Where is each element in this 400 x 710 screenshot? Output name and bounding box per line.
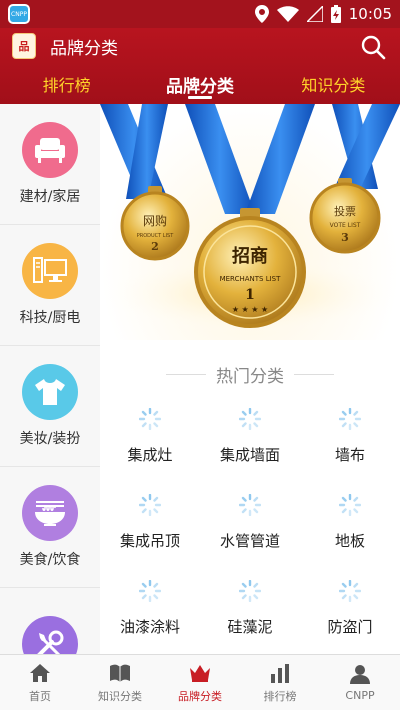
category-label: 油漆涂料: [119, 618, 180, 636]
home-icon: [30, 663, 50, 682]
tools-icon: [22, 616, 78, 654]
nav-ranking[interactable]: 排行榜: [240, 655, 320, 710]
sidebar-item-label: 建材/家居: [19, 189, 81, 205]
category-item-integrated-ceiling[interactable]: 集成吊顶: [100, 488, 200, 568]
sidebar-item-tools[interactable]: [0, 588, 100, 654]
medal-1-sub: MERCHANTS LIST: [220, 275, 282, 283]
sidebar-item-label: 美食/饮食: [19, 552, 81, 568]
category-label: 水管管道: [219, 532, 280, 550]
signal-icon: [306, 6, 323, 22]
top-tabs: 排行榜 品牌分类 知识分类: [0, 64, 400, 104]
loading-spinner-icon: [139, 580, 161, 602]
app-logo: 品: [12, 33, 36, 59]
sidebar-item-label: 美妆/装扮: [19, 431, 81, 447]
book-icon: [110, 664, 130, 682]
active-tab-indicator: [188, 96, 212, 99]
sidebar-item-tech-appliance[interactable]: 科技/厨电: [0, 225, 100, 346]
category-item-water-pipe[interactable]: 水管管道: [200, 488, 300, 568]
nav-label: 品牌分类: [178, 689, 222, 703]
category-label: 集成灶: [127, 446, 173, 464]
nav-knowledge[interactable]: 知识分类: [80, 655, 160, 710]
loading-spinner-icon: [339, 494, 361, 516]
battery-icon: [330, 5, 341, 23]
loading-spinner-icon: [239, 494, 261, 516]
category-item-wall-cloth[interactable]: 墙布: [300, 402, 400, 482]
bottom-navigation: 首页 知识分类 品牌分类 排行榜 CNPP: [0, 654, 400, 710]
sofa-icon: [22, 122, 78, 178]
category-label: 集成吊顶: [119, 532, 180, 550]
loading-spinner-icon: [139, 494, 161, 516]
medal-1-rank: 1: [245, 287, 255, 303]
category-sidebar[interactable]: 建材/家居 科技/厨电 美妆/装扮 美食/饮食: [0, 104, 100, 654]
category-label: 地板: [334, 532, 365, 550]
main-content[interactable]: 网购 PRODUCT LIST 2 投票 VOTE LIST 3 招商 MERC…: [100, 104, 400, 654]
wifi-icon: [276, 6, 299, 22]
search-icon[interactable]: [360, 34, 386, 60]
bar-chart-icon: [271, 663, 289, 683]
noodle-bowl-icon: [22, 485, 78, 541]
medal-2-title: 网购: [143, 213, 167, 228]
sidebar-item-beauty-fashion[interactable]: 美妆/装扮: [0, 346, 100, 467]
loading-spinner-icon: [339, 580, 361, 602]
medal-1-title: 招商: [232, 245, 268, 267]
category-label: 墙布: [334, 446, 365, 464]
crown-icon: [190, 664, 210, 682]
tab-knowledge-category[interactable]: 知识分类: [267, 72, 400, 96]
category-item-paint[interactable]: 油漆涂料: [100, 574, 200, 654]
medal-3-rank: 3: [341, 231, 349, 244]
category-label: 防盗门: [327, 618, 373, 636]
loading-spinner-icon: [239, 580, 261, 602]
loading-spinner-icon: [339, 408, 361, 430]
svg-text:★ ★ ★ ★: ★ ★ ★ ★: [232, 305, 268, 314]
location-icon: [254, 5, 269, 23]
sidebar-item-building-home[interactable]: 建材/家居: [0, 104, 100, 225]
medals-illustration: 网购 PRODUCT LIST 2 投票 VOTE LIST 3 招商 MERC…: [100, 104, 400, 334]
user-icon: [350, 665, 370, 684]
status-time: 10:05: [348, 5, 392, 23]
nav-label: 知识分类: [98, 689, 142, 703]
medal-2-rank: 2: [151, 240, 159, 253]
tab-ranking[interactable]: 排行榜: [0, 72, 133, 96]
medal-3-title: 投票: [334, 204, 356, 218]
ranking-banner[interactable]: 网购 PRODUCT LIST 2 投票 VOTE LIST 3 招商 MERC…: [100, 104, 400, 340]
hot-categories-heading: 热门分类: [100, 362, 400, 387]
nav-label: 排行榜: [263, 689, 297, 703]
loading-spinner-icon: [139, 408, 161, 430]
medal-3-sub: VOTE LIST: [330, 222, 361, 229]
category-item-security-door[interactable]: 防盗门: [300, 574, 400, 654]
page-title: 品牌分类: [50, 38, 118, 59]
nav-label: 首页: [29, 689, 51, 703]
category-item-diatom-mud[interactable]: 硅藻泥: [200, 574, 300, 654]
nav-home[interactable]: 首页: [0, 655, 80, 710]
medal-2-sub: PRODUCT LIST: [137, 233, 175, 239]
category-label: 硅藻泥: [227, 618, 273, 636]
loading-spinner-icon: [239, 408, 261, 430]
status-bar: CNPP 10:05: [0, 0, 400, 28]
category-item-floor[interactable]: 地板: [300, 488, 400, 568]
computer-icon: [22, 243, 78, 299]
tshirt-icon: [22, 364, 78, 420]
category-label: 集成墙面: [219, 446, 280, 464]
section-title: 热门分类: [216, 366, 284, 387]
sidebar-item-label: 科技/厨电: [19, 310, 81, 326]
sidebar-item-food-drink[interactable]: 美食/饮食: [0, 467, 100, 588]
category-item-integrated-wall[interactable]: 集成墙面: [200, 402, 300, 482]
nav-brand-category[interactable]: 品牌分类: [160, 655, 240, 710]
status-icons: 10:05: [254, 5, 392, 23]
tab-brand-category[interactable]: 品牌分类: [133, 72, 266, 97]
nav-cnpp[interactable]: CNPP: [320, 655, 400, 710]
category-item-integrated-stove[interactable]: 集成灶: [100, 402, 200, 482]
app-header: 品 品牌分类 排行榜 品牌分类 知识分类: [0, 28, 400, 104]
nav-label: CNPP: [345, 689, 375, 702]
app-notification-icon: CNPP: [8, 4, 30, 24]
